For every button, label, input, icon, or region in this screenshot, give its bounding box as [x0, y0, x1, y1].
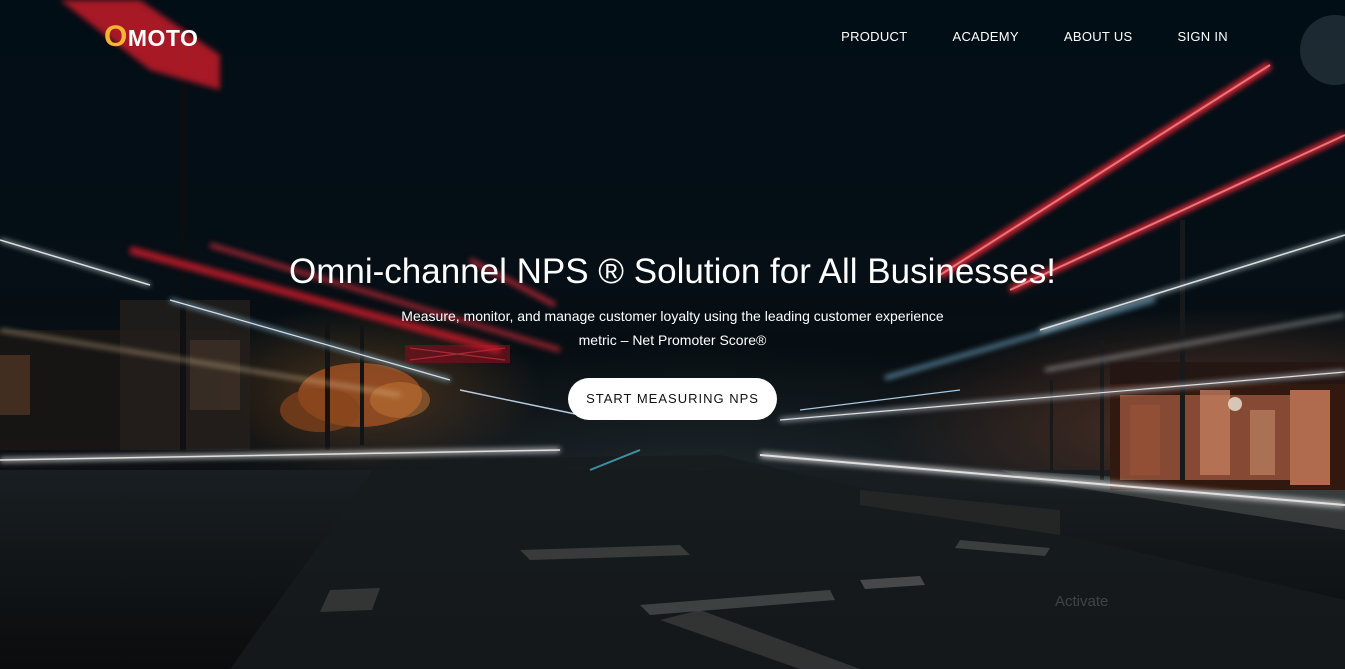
- hero-headline: Omni-channel NPS ® Solution for All Busi…: [289, 252, 1056, 291]
- main-nav: PRODUCT ACADEMY ABOUT US SIGN IN: [841, 28, 1228, 46]
- nav-product-link[interactable]: PRODUCT: [841, 28, 907, 46]
- top-navbar: OMOTO PRODUCT ACADEMY ABOUT US SIGN IN: [0, 0, 1345, 74]
- hero-subtext: Measure, monitor, and manage customer lo…: [401, 308, 944, 348]
- hero-section: OMOTO PRODUCT ACADEMY ABOUT US SIGN IN O…: [0, 0, 1345, 669]
- logo-text: MOTO: [127, 25, 199, 51]
- hero-content: Omni-channel NPS ® Solution for All Busi…: [0, 252, 1345, 420]
- nav-academy-link[interactable]: ACADEMY: [952, 28, 1018, 46]
- omoto-logo[interactable]: OMOTO: [104, 20, 198, 55]
- activate-watermark: Activate: [1055, 593, 1109, 610]
- logo-initial: O: [104, 20, 128, 53]
- nav-about-us-link[interactable]: ABOUT US: [1064, 28, 1133, 46]
- start-measuring-nps-button[interactable]: START MEASURING NPS: [568, 378, 777, 420]
- nav-sign-in-link[interactable]: SIGN IN: [1178, 28, 1229, 46]
